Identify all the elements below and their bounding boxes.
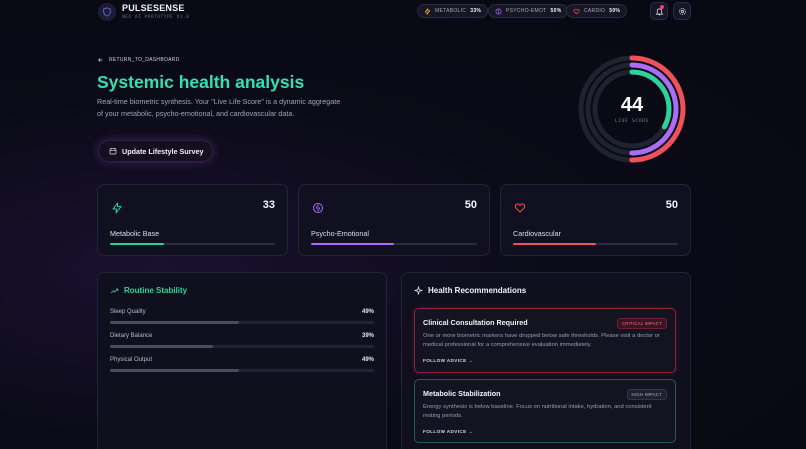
routine-row-track — [110, 345, 374, 348]
brand-subtitle: NEO AI PROTOTYPE V1.0 — [122, 15, 190, 20]
cardiovascular-card[interactable]: 50 Cardiovascular — [500, 184, 691, 256]
metric-track — [110, 243, 275, 245]
arrow-left-icon — [98, 58, 103, 62]
brain-icon — [311, 201, 325, 215]
notifications-button[interactable] — [650, 2, 668, 20]
heart-icon — [573, 8, 580, 14]
impact-badge: CRITICAL IMPACT — [616, 318, 667, 329]
routine-row-value: 49% — [361, 357, 374, 363]
brand-name: PULSESENSE — [122, 3, 185, 13]
metabolic-pill[interactable]: METABOLIC 33% — [417, 4, 489, 18]
pill-value: 50% — [609, 8, 621, 14]
health-recommendations-panel: Health Recommendations Clinical Consulta… — [401, 272, 691, 449]
metric-value: 33 — [262, 199, 275, 211]
calendar-icon — [109, 148, 117, 155]
routine-row-label: Dietary Balance — [110, 333, 153, 339]
recommendation-body: One or more biometric markers have dropp… — [423, 333, 660, 348]
routine-row-fill — [110, 369, 240, 372]
recommendation-card-critical[interactable]: Clinical Consultation Required CRITICAL … — [414, 308, 676, 373]
pill-label: METABOLIC — [435, 8, 467, 14]
pill-value: 33% — [470, 8, 482, 14]
sparkle-icon — [414, 286, 423, 295]
routine-row-value: 39% — [361, 333, 374, 339]
top-bar: PULSESENSE NEO AI PROTOTYPE V1.0 METABOL… — [0, 0, 806, 24]
metric-fill — [110, 243, 165, 245]
metric-value: 50 — [665, 199, 678, 211]
pill-value: 50% — [550, 8, 562, 14]
update-survey-button[interactable]: Update Lifestyle Survey — [98, 140, 213, 162]
metric-track — [311, 243, 477, 245]
gear-icon — [678, 7, 686, 15]
psycho-emot-pill[interactable]: PSYCHO-EMOT 50% — [488, 4, 569, 18]
settings-button[interactable] — [673, 2, 691, 20]
notification-dot — [660, 5, 664, 9]
recommendation-card-high[interactable]: Metabolic Stabilization HIGH IMPACT Ener… — [414, 379, 676, 443]
metric-fill — [311, 243, 394, 245]
metric-name: Cardiovascular — [513, 229, 561, 238]
routine-row-track — [110, 321, 374, 324]
page-title: Systemic health analysis — [97, 72, 305, 92]
recommendation-body: Energy synthesis is below baseline. Focu… — [423, 404, 652, 419]
routine-row-fill — [110, 345, 213, 348]
lightning-icon — [110, 201, 124, 215]
heart-icon — [513, 201, 527, 215]
follow-advice-link[interactable]: FOLLOW ADVICE → — [423, 429, 473, 434]
routine-row-track — [110, 369, 374, 372]
routine-stability-title: Routine Stability — [110, 286, 187, 295]
routine-row-label: Physical Output — [110, 357, 153, 363]
return-to-dashboard-link[interactable]: RETURN_TO_DASHBOARD — [97, 57, 180, 63]
metric-value: 50 — [464, 199, 477, 211]
impact-badge: HIGH IMPACT — [626, 389, 667, 400]
live-score-label: LIVE SCORE — [614, 119, 650, 124]
lightning-icon — [424, 7, 431, 15]
live-score-value: 44 — [620, 94, 644, 116]
logo[interactable] — [98, 3, 116, 21]
routine-row-label: Sleep Quality — [110, 309, 146, 315]
pill-label: CARDIO — [584, 8, 606, 14]
survey-button-label: Update Lifestyle Survey — [122, 146, 204, 156]
recommendation-title: Clinical Consultation Required — [423, 318, 528, 327]
health-recommendations-title: Health Recommendations — [414, 286, 526, 295]
pill-label: PSYCHO-EMOT — [506, 8, 547, 14]
panel-heading: Health Recommendations — [428, 286, 527, 295]
recommendation-title: Metabolic Stabilization — [423, 389, 501, 398]
psycho-emotional-card[interactable]: 50 Psycho-Emotional — [298, 184, 490, 256]
panel-heading: Routine Stability — [124, 286, 188, 295]
shield-icon — [103, 7, 111, 17]
page-description: Real-time biometric synthesis. Your "Liv… — [97, 97, 341, 118]
cardio-pill[interactable]: CARDIO 50% — [566, 4, 628, 18]
metric-track — [513, 243, 678, 245]
metabolic-card[interactable]: 33 Metabolic Base — [97, 184, 288, 256]
follow-advice-link[interactable]: FOLLOW ADVICE → — [423, 358, 473, 363]
metric-name: Metabolic Base — [110, 229, 160, 238]
brain-icon — [495, 8, 502, 14]
trending-up-icon — [110, 288, 119, 293]
metric-fill — [513, 243, 596, 245]
routine-row-fill — [110, 321, 240, 324]
routine-stability-panel: Routine Stability Sleep Quality 49% Diet… — [97, 272, 387, 449]
routine-row-value: 49% — [361, 309, 374, 315]
metric-name: Psycho-Emotional — [311, 229, 369, 238]
back-label: RETURN_TO_DASHBOARD — [109, 57, 180, 63]
